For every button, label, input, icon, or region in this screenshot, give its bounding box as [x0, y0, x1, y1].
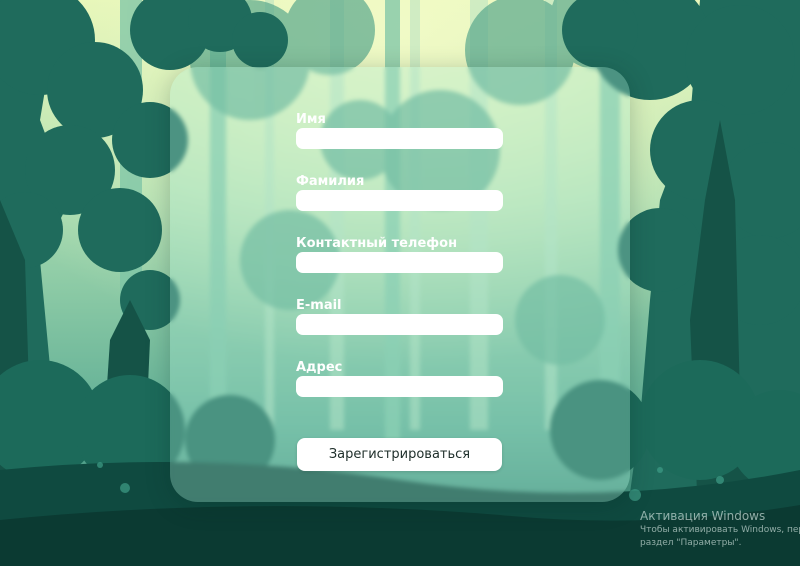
last-name-input[interactable] — [296, 190, 503, 211]
email-input[interactable] — [296, 314, 503, 335]
email-label: E-mail — [296, 298, 342, 313]
first-name-label: Имя — [296, 112, 326, 127]
last-name-label: Фамилия — [296, 174, 365, 189]
watermark-title: Активация Windows — [640, 509, 766, 523]
windows-activation-watermark: Активация Windows Чтобы активировать Win… — [640, 508, 800, 550]
phone-input[interactable] — [296, 252, 503, 273]
address-input[interactable] — [296, 376, 503, 397]
watermark-line-2: раздел "Параметры". — [640, 538, 742, 548]
first-name-input[interactable] — [296, 128, 503, 149]
watermark-line-1: Чтобы активировать Windows, перей — [640, 525, 800, 535]
phone-label: Контактный телефон — [296, 236, 458, 251]
address-label: Адрес — [296, 360, 343, 375]
register-button[interactable]: Зарегистрироваться — [297, 438, 502, 471]
